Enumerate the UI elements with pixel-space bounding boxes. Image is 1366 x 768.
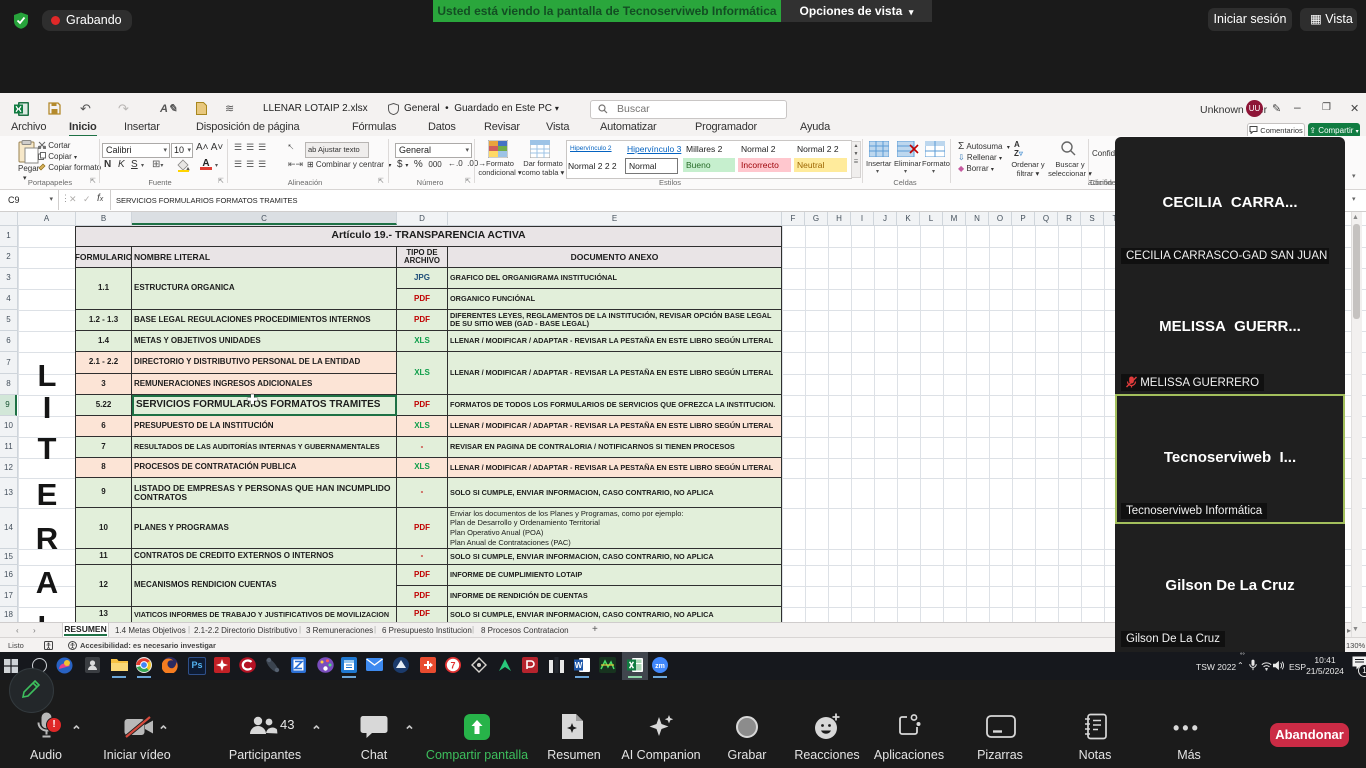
svg-text:zm: zm bbox=[655, 663, 665, 670]
svg-text:7: 7 bbox=[450, 661, 455, 671]
svg-text:W: W bbox=[575, 661, 583, 670]
